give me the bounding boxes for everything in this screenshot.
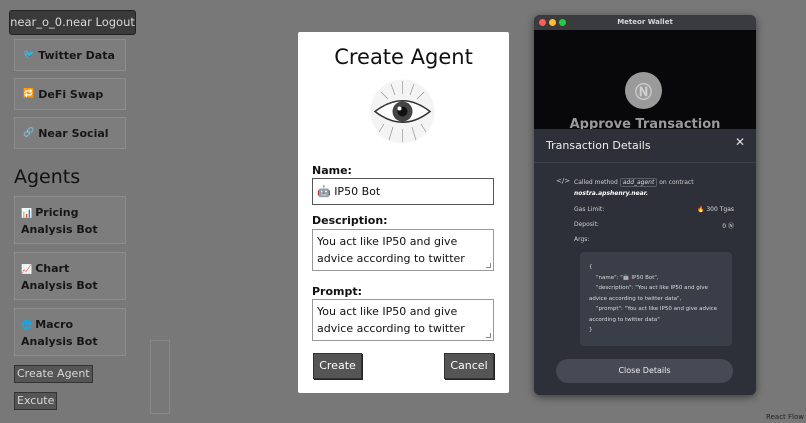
agents-heading: Agents	[14, 166, 81, 188]
window-title: Meteor Wallet	[617, 18, 673, 26]
bird-icon: 🐦	[23, 50, 35, 60]
name-field[interactable]: 🤖 IP50 Bot	[312, 178, 494, 205]
called-prefix: Called method	[574, 179, 618, 186]
cancel-button[interactable]: Cancel	[444, 353, 494, 379]
bar-chart-icon: 📊	[21, 209, 33, 219]
close-icon[interactable]: ✕	[735, 135, 745, 149]
swap-icon: 🔁	[23, 89, 35, 99]
resize-handle[interactable]	[486, 333, 491, 338]
nav-label: Near Social	[38, 126, 109, 140]
agent-label: Macro Analysis Bot	[21, 318, 98, 348]
nav-twitter-data[interactable]: 🐦 Twitter Data	[14, 39, 126, 71]
line-chart-icon: 📈	[21, 265, 33, 275]
meteor-wallet-window: Meteor Wallet Ⓝ Approve Transaction Tran…	[534, 15, 756, 395]
create-agent-button[interactable]: Create Agent	[14, 365, 93, 383]
wallet-hero: Ⓝ Approve Transaction	[534, 30, 756, 143]
logout-button[interactable]: near_o_0.near Logout	[9, 10, 136, 35]
contract-line: nostra.apshenry.near.	[574, 190, 648, 197]
globe-icon: 🌐	[21, 321, 33, 331]
divider	[534, 162, 756, 163]
prompt-label: Prompt:	[312, 285, 363, 298]
args-label: Args:	[574, 236, 590, 243]
contract-name: nostra.apshenry.near.	[574, 190, 649, 197]
nav-label: Twitter Data	[38, 48, 115, 62]
agent-card-macro[interactable]: 🌐 Macro Analysis Bot	[14, 308, 126, 356]
deposit-value: 0 Ⓝ	[722, 223, 734, 230]
react-flow-attribution[interactable]: React Flow	[766, 413, 804, 421]
details-title: Transaction Details	[546, 139, 651, 152]
gas-value: 🔥 300 Tgas	[696, 206, 734, 213]
description-label: Description:	[312, 214, 388, 227]
create-agent-modal: Create Agent Name: 🤖 IP50 Bot Descriptio…	[298, 32, 509, 393]
close-details-button[interactable]: Close Details	[556, 359, 733, 383]
create-button[interactable]: Create	[313, 353, 362, 379]
agent-label: Chart Analysis Bot	[21, 262, 98, 292]
agent-card-pricing[interactable]: 📊 Pricing Analysis Bot	[14, 196, 126, 244]
deposit-row: Deposit: 0 Ⓝ	[574, 221, 734, 230]
agent-card-chart[interactable]: 📈 Chart Analysis Bot	[14, 252, 126, 300]
args-json-block: { "name": "🤖 IP50 Bot", "description": "…	[580, 252, 732, 346]
deposit-label: Deposit:	[574, 221, 599, 228]
nav-near-social[interactable]: 🔗 Near Social	[14, 117, 126, 149]
gas-row: Gas Limit: 🔥 300 Tgas	[574, 206, 734, 213]
window-titlebar: Meteor Wallet	[534, 15, 756, 30]
nav-label: DeFi Swap	[38, 87, 104, 101]
canvas-node-placeholder	[150, 340, 170, 414]
gas-label: Gas Limit:	[574, 206, 605, 213]
near-logo-icon: Ⓝ	[625, 72, 662, 109]
description-text: You act like IP50 and give advice accord…	[317, 235, 465, 270]
modal-title: Create Agent	[334, 45, 473, 69]
link-icon: 🔗	[23, 128, 35, 138]
args-row: Args:	[574, 236, 734, 243]
code-icon: </>	[556, 177, 571, 185]
nav-defi-swap[interactable]: 🔁 DeFi Swap	[14, 78, 126, 110]
method-tag: add_agent	[619, 178, 658, 187]
agent-label: Pricing Analysis Bot	[21, 206, 98, 236]
on-contract-text: on contract	[659, 179, 694, 186]
prompt-field[interactable]: You act like IP50 and give advice accord…	[312, 299, 494, 341]
name-label: Name:	[312, 164, 352, 177]
description-field[interactable]: You act like IP50 and give advice accord…	[312, 229, 494, 271]
excute-button[interactable]: Excute	[14, 392, 58, 410]
eye-logo-icon	[370, 79, 435, 144]
resize-handle[interactable]	[486, 263, 491, 268]
called-method-line: Called method add_agent on contract	[574, 178, 694, 187]
prompt-text: You act like IP50 and give advice accord…	[317, 305, 465, 340]
